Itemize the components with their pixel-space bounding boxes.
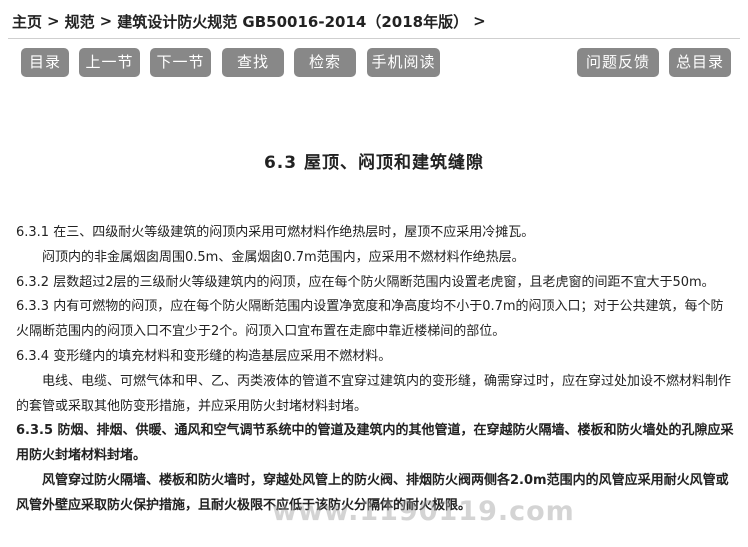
breadcrumb-trailing-separator: > [473, 12, 486, 30]
clause-6-3-5-continued: 风管穿过防火隔墙、楼板和防火墙时，穿越处风管上的防火阀、排烟防火阀两侧各2.0m… [16, 472, 729, 513]
clause-6-3-1-continued: 闷顶内的非金属烟囱周围0.5m、金属烟囱0.7m范围内，应采用不燃材料作绝热层。 [42, 249, 525, 265]
master-toc-button[interactable]: 总目录 [669, 48, 731, 77]
clause-6-3-5: 6.3.5 防烟、排烟、供暖、通风和空气调节系统中的管道及建筑内的其他管道，在穿… [16, 423, 734, 464]
clause-6-3-1: 6.3.1 在三、四级耐火等级建筑的闷顶内采用可燃材料作绝热层时，屋顶不应采用冷… [16, 225, 535, 240]
clause-6-3-2: 6.3.2 层数超过2层的三级耐火等级建筑内的闷顶，应在每个防火隔断范围内设置老… [16, 274, 715, 290]
clause-6-3-3: 6.3.3 内有可燃物的闷顶，应在每个防火隔断范围内设置净宽度和净高度均不小于0… [16, 299, 724, 340]
section-title: 6.3 屋顶、闷顶和建筑缝隙 [263, 153, 485, 173]
toc-button[interactable]: 目录 [21, 48, 69, 77]
clause-6-3-4-continued: 电线、电缆、可燃气体和甲、乙、丙类液体的管道不宜穿过建筑内的变形缝，确需穿过时，… [16, 373, 732, 414]
breadcrumb-separator: > [99, 12, 113, 30]
breadcrumb-category-link[interactable]: 规范 [65, 11, 95, 32]
toolbar: 目录 上一节 下一节 查找 检索 手机阅读 问题反馈 总目录 [0, 48, 748, 78]
search-button[interactable]: 检索 [294, 48, 356, 77]
feedback-button[interactable]: 问题反馈 [577, 48, 659, 77]
next-section-button[interactable]: 下一节 [150, 48, 211, 77]
find-button[interactable]: 查找 [222, 48, 284, 77]
clause-6-3-4: 6.3.4 变形缝内的填充材料和变形缝的构造基层应采用不燃材料。 [16, 348, 392, 364]
mobile-reading-button[interactable]: 手机阅读 [367, 48, 440, 77]
breadcrumb-separator: > [47, 12, 60, 30]
prev-section-button[interactable]: 上一节 [79, 48, 140, 77]
breadcrumb: 主页 > 规范 > 建筑设计防火规范 GB50016-2014（2018年版） … [12, 9, 491, 33]
breadcrumb-divider [8, 38, 740, 39]
section-body: 6.3.1 在三、四级耐火等级建筑的闷顶内采用可燃材料作绝热层时，屋顶不应采用冷… [16, 221, 734, 519]
breadcrumb-document-link[interactable]: 建筑设计防火规范 GB50016-2014（2018年版） [117, 11, 468, 32]
breadcrumb-home-link[interactable]: 主页 [12, 11, 42, 32]
